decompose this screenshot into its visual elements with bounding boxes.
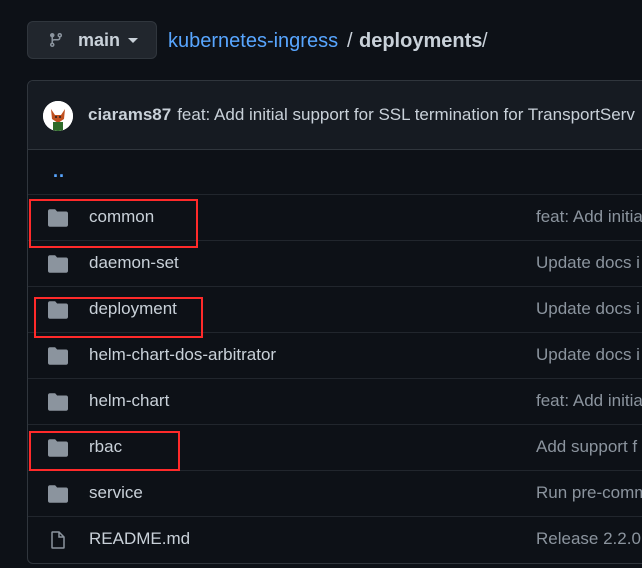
- file-commit-message-link[interactable]: Release 2.2.0 (: [536, 529, 642, 549]
- commit-message-link[interactable]: feat: Add initial support for SSL termin…: [177, 105, 635, 124]
- file-commit-message-link[interactable]: Run pre-comm: [536, 483, 642, 503]
- file-row-helm-chart-dos-arbitrator[interactable]: helm-chart-dos-arbitrator Update docs i: [28, 333, 642, 379]
- file-name-link[interactable]: service: [89, 483, 143, 503]
- branch-selector-button[interactable]: main: [27, 21, 157, 59]
- highlight-box-common: [29, 199, 198, 248]
- git-branch-icon: [49, 33, 62, 48]
- file-name-link[interactable]: helm-chart-dos-arbitrator: [89, 345, 276, 365]
- folder-icon: [48, 255, 68, 273]
- file-commit-message-link[interactable]: feat: Add initia: [536, 207, 642, 227]
- file-row-readme[interactable]: README.md Release 2.2.0 (: [28, 517, 642, 563]
- caret-down-icon: [128, 38, 138, 43]
- latest-commit-bar: ciarams87 feat: Add initial support for S…: [28, 81, 642, 150]
- file-commit-message-link[interactable]: Update docs i: [536, 299, 640, 319]
- breadcrumb-separator: /: [347, 30, 353, 52]
- file-row-service[interactable]: service Run pre-comm: [28, 471, 642, 517]
- commit-author-link[interactable]: ciarams87: [88, 105, 171, 124]
- file-commit-message-link[interactable]: feat: Add initia: [536, 391, 642, 411]
- folder-icon: [48, 347, 68, 365]
- parent-directory-row[interactable]: ..: [28, 149, 642, 195]
- file-commit-message-link[interactable]: Update docs i: [536, 345, 640, 365]
- highlight-box-deployment: [34, 297, 203, 338]
- file-commit-message-link[interactable]: Update docs i: [536, 253, 640, 273]
- file-name-link[interactable]: helm-chart: [89, 391, 169, 411]
- file-icon: [51, 531, 65, 549]
- author-avatar[interactable]: [43, 101, 73, 131]
- breadcrumb-repo-link[interactable]: kubernetes-ingress: [168, 29, 338, 53]
- branch-label: main: [78, 30, 121, 50]
- file-name-link[interactable]: README.md: [89, 529, 190, 549]
- highlight-box-rbac: [29, 431, 180, 471]
- latest-commit-text: ciarams87 feat: Add initial support for S…: [88, 105, 635, 125]
- file-name-link[interactable]: daemon-set: [89, 253, 179, 273]
- breadcrumb-current-dir: deployments: [359, 30, 483, 52]
- breadcrumb-trailing-separator: /: [482, 30, 488, 52]
- fox-avatar-icon: [43, 101, 73, 131]
- file-row-helm-chart[interactable]: helm-chart feat: Add initia: [28, 379, 642, 425]
- file-commit-message-link[interactable]: Add support f: [536, 437, 637, 457]
- folder-icon: [48, 485, 68, 503]
- folder-icon: [48, 393, 68, 411]
- parent-directory-link[interactable]: ..: [53, 161, 65, 182]
